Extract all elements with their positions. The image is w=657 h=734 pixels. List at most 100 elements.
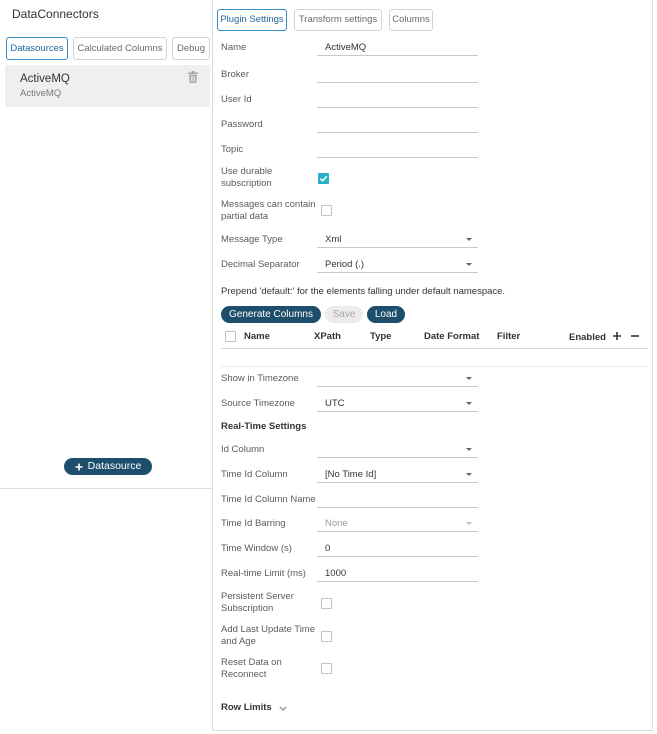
column-header-name[interactable]: Name (244, 327, 270, 347)
time-id-barring-label: Time Id Barring (221, 518, 286, 529)
name-row: Name (221, 40, 479, 56)
datasource-name: ActiveMQ (20, 73, 70, 85)
time-id-barring-value: None (325, 518, 348, 529)
minus-icon[interactable] (630, 331, 640, 341)
show-in-timezone-label: Show in Timezone (221, 373, 299, 384)
load-button[interactable]: Load (367, 306, 405, 323)
durable-subscription-checkbox[interactable] (318, 173, 329, 184)
password-label: Password (221, 119, 263, 130)
password-row: Password (221, 117, 479, 133)
durable-subscription-row: Use durable subscription (221, 166, 479, 190)
add-datasource-button[interactable]: Datasource (64, 458, 152, 475)
column-header-xpath[interactable]: XPath (314, 327, 341, 347)
caret-down-icon (466, 263, 472, 266)
caret-down-icon (466, 238, 472, 241)
real-time-limit-input[interactable] (317, 566, 478, 582)
password-input[interactable] (317, 117, 478, 133)
generate-columns-button[interactable]: Generate Columns (221, 306, 321, 323)
trash-icon[interactable] (188, 71, 198, 83)
select-all-checkbox[interactable] (225, 331, 236, 342)
time-id-column-name-row: Time Id Column Name (221, 492, 479, 508)
time-window-row: Time Window (s) (221, 541, 479, 557)
plus-icon (75, 463, 83, 471)
time-window-label: Time Window (s) (221, 543, 292, 554)
source-timezone-row: Source Timezone UTC (221, 396, 479, 412)
name-label: Name (221, 42, 247, 53)
datasource-type: ActiveMQ (20, 88, 62, 99)
real-time-limit-row: Real-time Limit (ms) (221, 566, 479, 582)
persistent-subscription-row: Persistent Server Subscription (221, 591, 479, 615)
time-id-column-value: [No Time Id] (325, 469, 377, 480)
time-id-column-label: Time Id Column (221, 469, 288, 480)
chevron-down-icon[interactable] (279, 706, 287, 711)
column-header-type[interactable]: Type (370, 327, 391, 347)
page-title: DataConnectors (12, 7, 99, 21)
user-id-input[interactable] (317, 92, 478, 108)
caret-down-icon (466, 522, 472, 525)
caret-down-icon (466, 448, 472, 451)
caret-down-icon (466, 402, 472, 405)
add-last-update-label: Add Last Update Time and Age (221, 624, 315, 647)
topic-label: Topic (221, 144, 244, 155)
caret-down-icon (466, 473, 472, 476)
time-id-column-name-input[interactable] (317, 492, 478, 508)
add-last-update-checkbox[interactable] (321, 631, 332, 642)
tab-plugin-settings[interactable]: Plugin Settings (217, 9, 287, 31)
reset-data-row: Reset Data on Reconnect (221, 657, 479, 681)
tab-datasources[interactable]: Datasources (6, 37, 68, 60)
save-button[interactable]: Save (325, 306, 363, 323)
namespace-hint: Prepend 'default:' for the elements fall… (221, 286, 506, 297)
time-window-input[interactable] (317, 541, 478, 557)
broker-label: Broker (221, 69, 249, 80)
tab-calculated-columns[interactable]: Calculated Columns (73, 37, 167, 60)
column-header-enabled[interactable]: Enabled (569, 328, 606, 348)
message-type-select[interactable]: Xml (317, 232, 478, 248)
reset-data-checkbox[interactable] (321, 663, 332, 674)
tab-columns[interactable]: Columns (389, 9, 433, 31)
message-type-label: Message Type (221, 234, 283, 245)
reset-data-label: Reset Data on Reconnect (221, 657, 282, 680)
source-timezone-label: Source Timezone (221, 398, 295, 409)
source-timezone-value: UTC (325, 398, 345, 409)
topic-input[interactable] (317, 142, 478, 158)
real-time-limit-label: Real-time Limit (ms) (221, 568, 306, 579)
row-limits-toggle[interactable]: Row Limits (221, 700, 272, 716)
plus-icon[interactable] (612, 331, 622, 341)
decimal-separator-row: Decimal Separator Period (.) (221, 257, 479, 273)
id-column-row: Id Column (221, 442, 479, 458)
tab-debug[interactable]: Debug (172, 37, 210, 60)
column-header-filter[interactable]: Filter (497, 327, 520, 347)
persistent-subscription-checkbox[interactable] (321, 598, 332, 609)
columns-table-header: Name XPath Type Date Format Filter Enabl… (221, 327, 648, 349)
id-column-select[interactable] (317, 442, 478, 458)
user-id-label: User Id (221, 94, 252, 105)
column-header-date-format[interactable]: Date Format (424, 327, 479, 347)
columns-table-body (221, 349, 648, 367)
decimal-separator-label: Decimal Separator (221, 259, 300, 270)
time-id-column-select[interactable]: [No Time Id] (317, 467, 478, 483)
show-in-timezone-select[interactable] (317, 371, 478, 387)
partial-data-row: Messages can contain partial data (221, 199, 479, 223)
partial-data-checkbox[interactable] (321, 205, 332, 216)
time-id-barring-select[interactable]: None (317, 516, 478, 532)
name-input[interactable] (317, 40, 478, 56)
show-in-timezone-row: Show in Timezone (221, 371, 479, 387)
add-datasource-label: Datasource (87, 460, 142, 472)
datasource-item[interactable]: ActiveMQ ActiveMQ (5, 65, 210, 107)
message-type-row: Message Type Xml (221, 232, 479, 248)
broker-input[interactable] (317, 67, 478, 83)
add-last-update-row: Add Last Update Time and Age (221, 624, 479, 648)
id-column-label: Id Column (221, 444, 265, 455)
caret-down-icon (466, 377, 472, 380)
decimal-separator-select[interactable]: Period (.) (317, 257, 478, 273)
tab-transform-settings[interactable]: Transform settings (294, 9, 382, 31)
partial-data-label: Messages can contain partial data (221, 199, 316, 222)
time-id-column-row: Time Id Column [No Time Id] (221, 467, 479, 483)
user-id-row: User Id (221, 92, 479, 108)
broker-row: Broker (221, 67, 479, 83)
real-time-settings-heading: Real-Time Settings (221, 421, 307, 432)
source-timezone-select[interactable]: UTC (317, 396, 478, 412)
datasources-panel: DataConnectors Datasources Calculated Co… (0, 0, 212, 489)
topic-row: Topic (221, 142, 479, 158)
time-id-column-name-label: Time Id Column Name (221, 494, 316, 505)
